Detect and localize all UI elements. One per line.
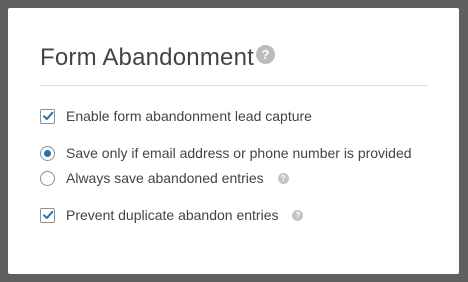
help-icon[interactable]: ?	[292, 209, 304, 221]
help-icon[interactable]: ?	[256, 45, 275, 64]
form-abandonment-panel: Form Abandonment ? Enable form abandonme…	[8, 8, 459, 274]
checkmark-icon	[42, 210, 53, 219]
panel-title: Form Abandonment	[40, 44, 254, 71]
prevent-duplicates-checkbox[interactable]	[40, 207, 55, 223]
save-mode-label-email-or-phone: Save only if email address or phone numb…	[66, 145, 412, 161]
radio-dot-icon	[44, 149, 51, 157]
save-mode-option-always[interactable]: Always save abandoned entries ?	[40, 168, 289, 188]
enable-capture-label: Enable form abandonment lead capture	[66, 108, 312, 124]
enable-capture-checkbox[interactable]	[40, 108, 55, 124]
prevent-duplicates-option[interactable]: Prevent duplicate abandon entries ?	[40, 205, 304, 225]
save-mode-radio-always[interactable]	[40, 170, 55, 186]
divider	[40, 85, 428, 86]
save-mode-label-always: Always save abandoned entries	[66, 170, 264, 186]
prevent-duplicates-label: Prevent duplicate abandon entries	[66, 207, 279, 223]
help-icon[interactable]: ?	[277, 172, 289, 184]
enable-capture-option[interactable]: Enable form abandonment lead capture	[40, 106, 312, 126]
save-mode-radio-email-or-phone[interactable]	[40, 145, 55, 161]
save-mode-option-email-or-phone[interactable]: Save only if email address or phone numb…	[40, 143, 412, 163]
checkmark-icon	[42, 111, 53, 120]
